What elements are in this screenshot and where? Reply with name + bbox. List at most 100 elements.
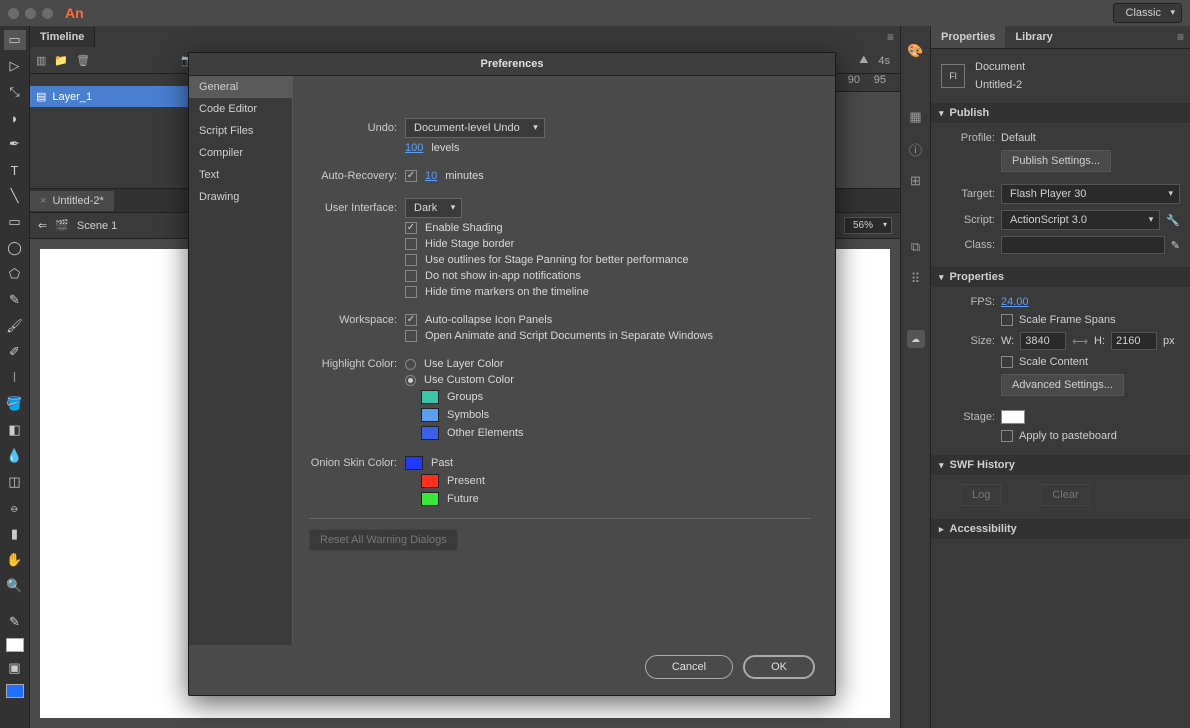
class-input[interactable] — [1001, 236, 1165, 254]
cancel-button[interactable]: Cancel — [645, 655, 733, 679]
scale-content-checkbox[interactable] — [1001, 356, 1013, 368]
publish-section-header[interactable]: Publish — [931, 103, 1190, 123]
zoom-window-icon[interactable] — [42, 8, 53, 19]
advanced-settings-button[interactable]: Advanced Settings... — [1001, 374, 1124, 396]
subselection-tool-icon[interactable]: ▷ — [4, 56, 26, 76]
brush-tool-icon[interactable]: 🖌 — [4, 316, 26, 336]
camera-tool-icon[interactable]: ▮ — [4, 524, 26, 544]
past-color-swatch[interactable] — [405, 456, 423, 470]
close-window-icon[interactable] — [8, 8, 19, 19]
pencil-tool-icon[interactable]: ✎ — [4, 290, 26, 310]
text-tool-icon[interactable]: T — [4, 160, 26, 180]
stroke-swatch[interactable] — [6, 638, 24, 652]
back-icon[interactable]: ⇐ — [38, 219, 47, 232]
pref-nav-script-files[interactable]: Script Files — [189, 120, 292, 142]
pref-nav-compiler[interactable]: Compiler — [189, 142, 292, 164]
workspace-switcher[interactable]: Classic — [1113, 3, 1182, 23]
onion-skin-icon[interactable]: ⛰ — [859, 54, 868, 67]
delete-layer-icon[interactable]: 🗑 — [76, 54, 90, 67]
fps-value[interactable]: 24.00 — [1001, 296, 1029, 308]
align-panel-icon[interactable]: ▦ — [907, 108, 925, 126]
script-select[interactable]: ActionScript 3.0 — [1001, 210, 1160, 230]
ink-bottle-tool-icon[interactable]: ◧ — [4, 420, 26, 440]
ok-button[interactable]: OK — [743, 655, 815, 679]
panel-menu-icon[interactable]: ≡ — [881, 26, 900, 48]
info-panel-icon[interactable]: ⓘ — [907, 140, 925, 158]
stroke-color-icon[interactable]: ✎ — [4, 612, 26, 632]
eyedropper-tool-icon[interactable]: 💧 — [4, 446, 26, 466]
free-transform-tool-icon[interactable]: ⤡ — [4, 82, 26, 102]
new-layer-icon[interactable]: ▥ — [36, 54, 46, 67]
panel-menu-icon[interactable]: ≡ — [1171, 26, 1190, 48]
groups-color-swatch[interactable] — [421, 390, 439, 404]
timeline-tab[interactable]: Timeline — [30, 27, 95, 47]
pref-nav-code-editor[interactable]: Code Editor — [189, 98, 292, 120]
paint-brush-tool-icon[interactable]: ✐ — [4, 342, 26, 362]
minimize-window-icon[interactable] — [25, 8, 36, 19]
rectangle-tool-icon[interactable]: ▭ — [4, 212, 26, 232]
lasso-tool-icon[interactable]: ◗ — [4, 108, 26, 128]
pref-nav-general[interactable]: General — [189, 76, 292, 98]
transform-panel-icon[interactable]: ⊞ — [907, 172, 925, 190]
width-input[interactable] — [1020, 332, 1066, 350]
fill-swatch[interactable] — [6, 684, 24, 698]
edit-class-icon[interactable]: ✎ — [1171, 239, 1180, 252]
tab-properties[interactable]: Properties — [931, 26, 1005, 48]
accessibility-section-header[interactable]: Accessibility — [931, 519, 1190, 539]
auto-recovery-value[interactable]: 10 — [425, 170, 437, 182]
no-notifications-checkbox[interactable] — [405, 270, 417, 282]
zoom-select[interactable]: 56% — [844, 217, 892, 234]
open-separate-checkbox[interactable] — [405, 330, 417, 342]
components-panel-icon[interactable]: ⧉ — [907, 238, 925, 256]
script-settings-icon[interactable]: 🔧 — [1166, 214, 1180, 227]
line-tool-icon[interactable]: ╲ — [4, 186, 26, 206]
undo-mode-select[interactable]: Document-level Undo — [405, 118, 545, 138]
other-elements-color-swatch[interactable] — [421, 426, 439, 440]
auto-collapse-checkbox[interactable] — [405, 314, 417, 326]
fill-color-icon[interactable]: ▣ — [4, 658, 26, 678]
properties-section-header[interactable]: Properties — [931, 267, 1190, 287]
link-dimensions-icon[interactable]: ⟷ — [1072, 335, 1088, 348]
paint-bucket-tool-icon[interactable]: 🪣 — [4, 394, 26, 414]
bone-tool-icon[interactable]: ⦚ — [4, 368, 26, 388]
new-folder-icon[interactable]: 📁 — [54, 54, 68, 67]
target-select[interactable]: Flash Player 30 — [1001, 184, 1180, 204]
color-panel-icon[interactable]: 🎨 — [907, 42, 925, 60]
swf-history-section-header[interactable]: SWF History — [931, 455, 1190, 475]
auto-recovery-checkbox[interactable] — [405, 170, 417, 182]
use-outlines-checkbox[interactable] — [405, 254, 417, 266]
undo-levels-value[interactable]: 100 — [405, 142, 423, 154]
hide-stage-border-checkbox[interactable] — [405, 238, 417, 250]
swf-log-button[interactable]: Log — [961, 484, 1001, 506]
present-color-swatch[interactable] — [421, 474, 439, 488]
apply-pasteboard-checkbox[interactable] — [1001, 430, 1013, 442]
future-color-swatch[interactable] — [421, 492, 439, 506]
hand-tool-icon[interactable]: ✋ — [4, 550, 26, 570]
width-tool-icon[interactable]: ⦵ — [4, 498, 26, 518]
cc-libraries-icon[interactable]: ☁ — [907, 330, 925, 348]
pref-nav-drawing[interactable]: Drawing — [189, 186, 292, 208]
stage-color-swatch[interactable] — [1001, 410, 1025, 424]
pen-tool-icon[interactable]: ✒ — [4, 134, 26, 154]
close-tab-icon[interactable]: × — [40, 195, 46, 207]
swatches-panel-icon[interactable]: ⠿ — [907, 270, 925, 288]
height-input[interactable] — [1111, 332, 1157, 350]
eraser-tool-icon[interactable]: ◫ — [4, 472, 26, 492]
publish-settings-button[interactable]: Publish Settings... — [1001, 150, 1111, 172]
polystar-tool-icon[interactable]: ⬠ — [4, 264, 26, 284]
tab-library[interactable]: Library — [1005, 26, 1062, 48]
zoom-tool-icon[interactable]: 🔍 — [4, 576, 26, 596]
oval-tool-icon[interactable]: ◯ — [4, 238, 26, 258]
hide-time-markers-checkbox[interactable] — [405, 286, 417, 298]
enable-shading-checkbox[interactable] — [405, 222, 417, 234]
use-custom-color-radio[interactable] — [405, 375, 416, 386]
ui-theme-select[interactable]: Dark — [405, 198, 462, 218]
use-layer-color-radio[interactable] — [405, 359, 416, 370]
swf-clear-button[interactable]: Clear — [1041, 484, 1089, 506]
pref-nav-text[interactable]: Text — [189, 164, 292, 186]
scale-frame-spans-checkbox[interactable] — [1001, 314, 1013, 326]
reset-warnings-button[interactable]: Reset All Warning Dialogs — [309, 529, 458, 551]
selection-tool-icon[interactable]: ▭ — [4, 30, 26, 50]
symbols-color-swatch[interactable] — [421, 408, 439, 422]
document-tab[interactable]: × Untitled-2* — [30, 191, 114, 211]
